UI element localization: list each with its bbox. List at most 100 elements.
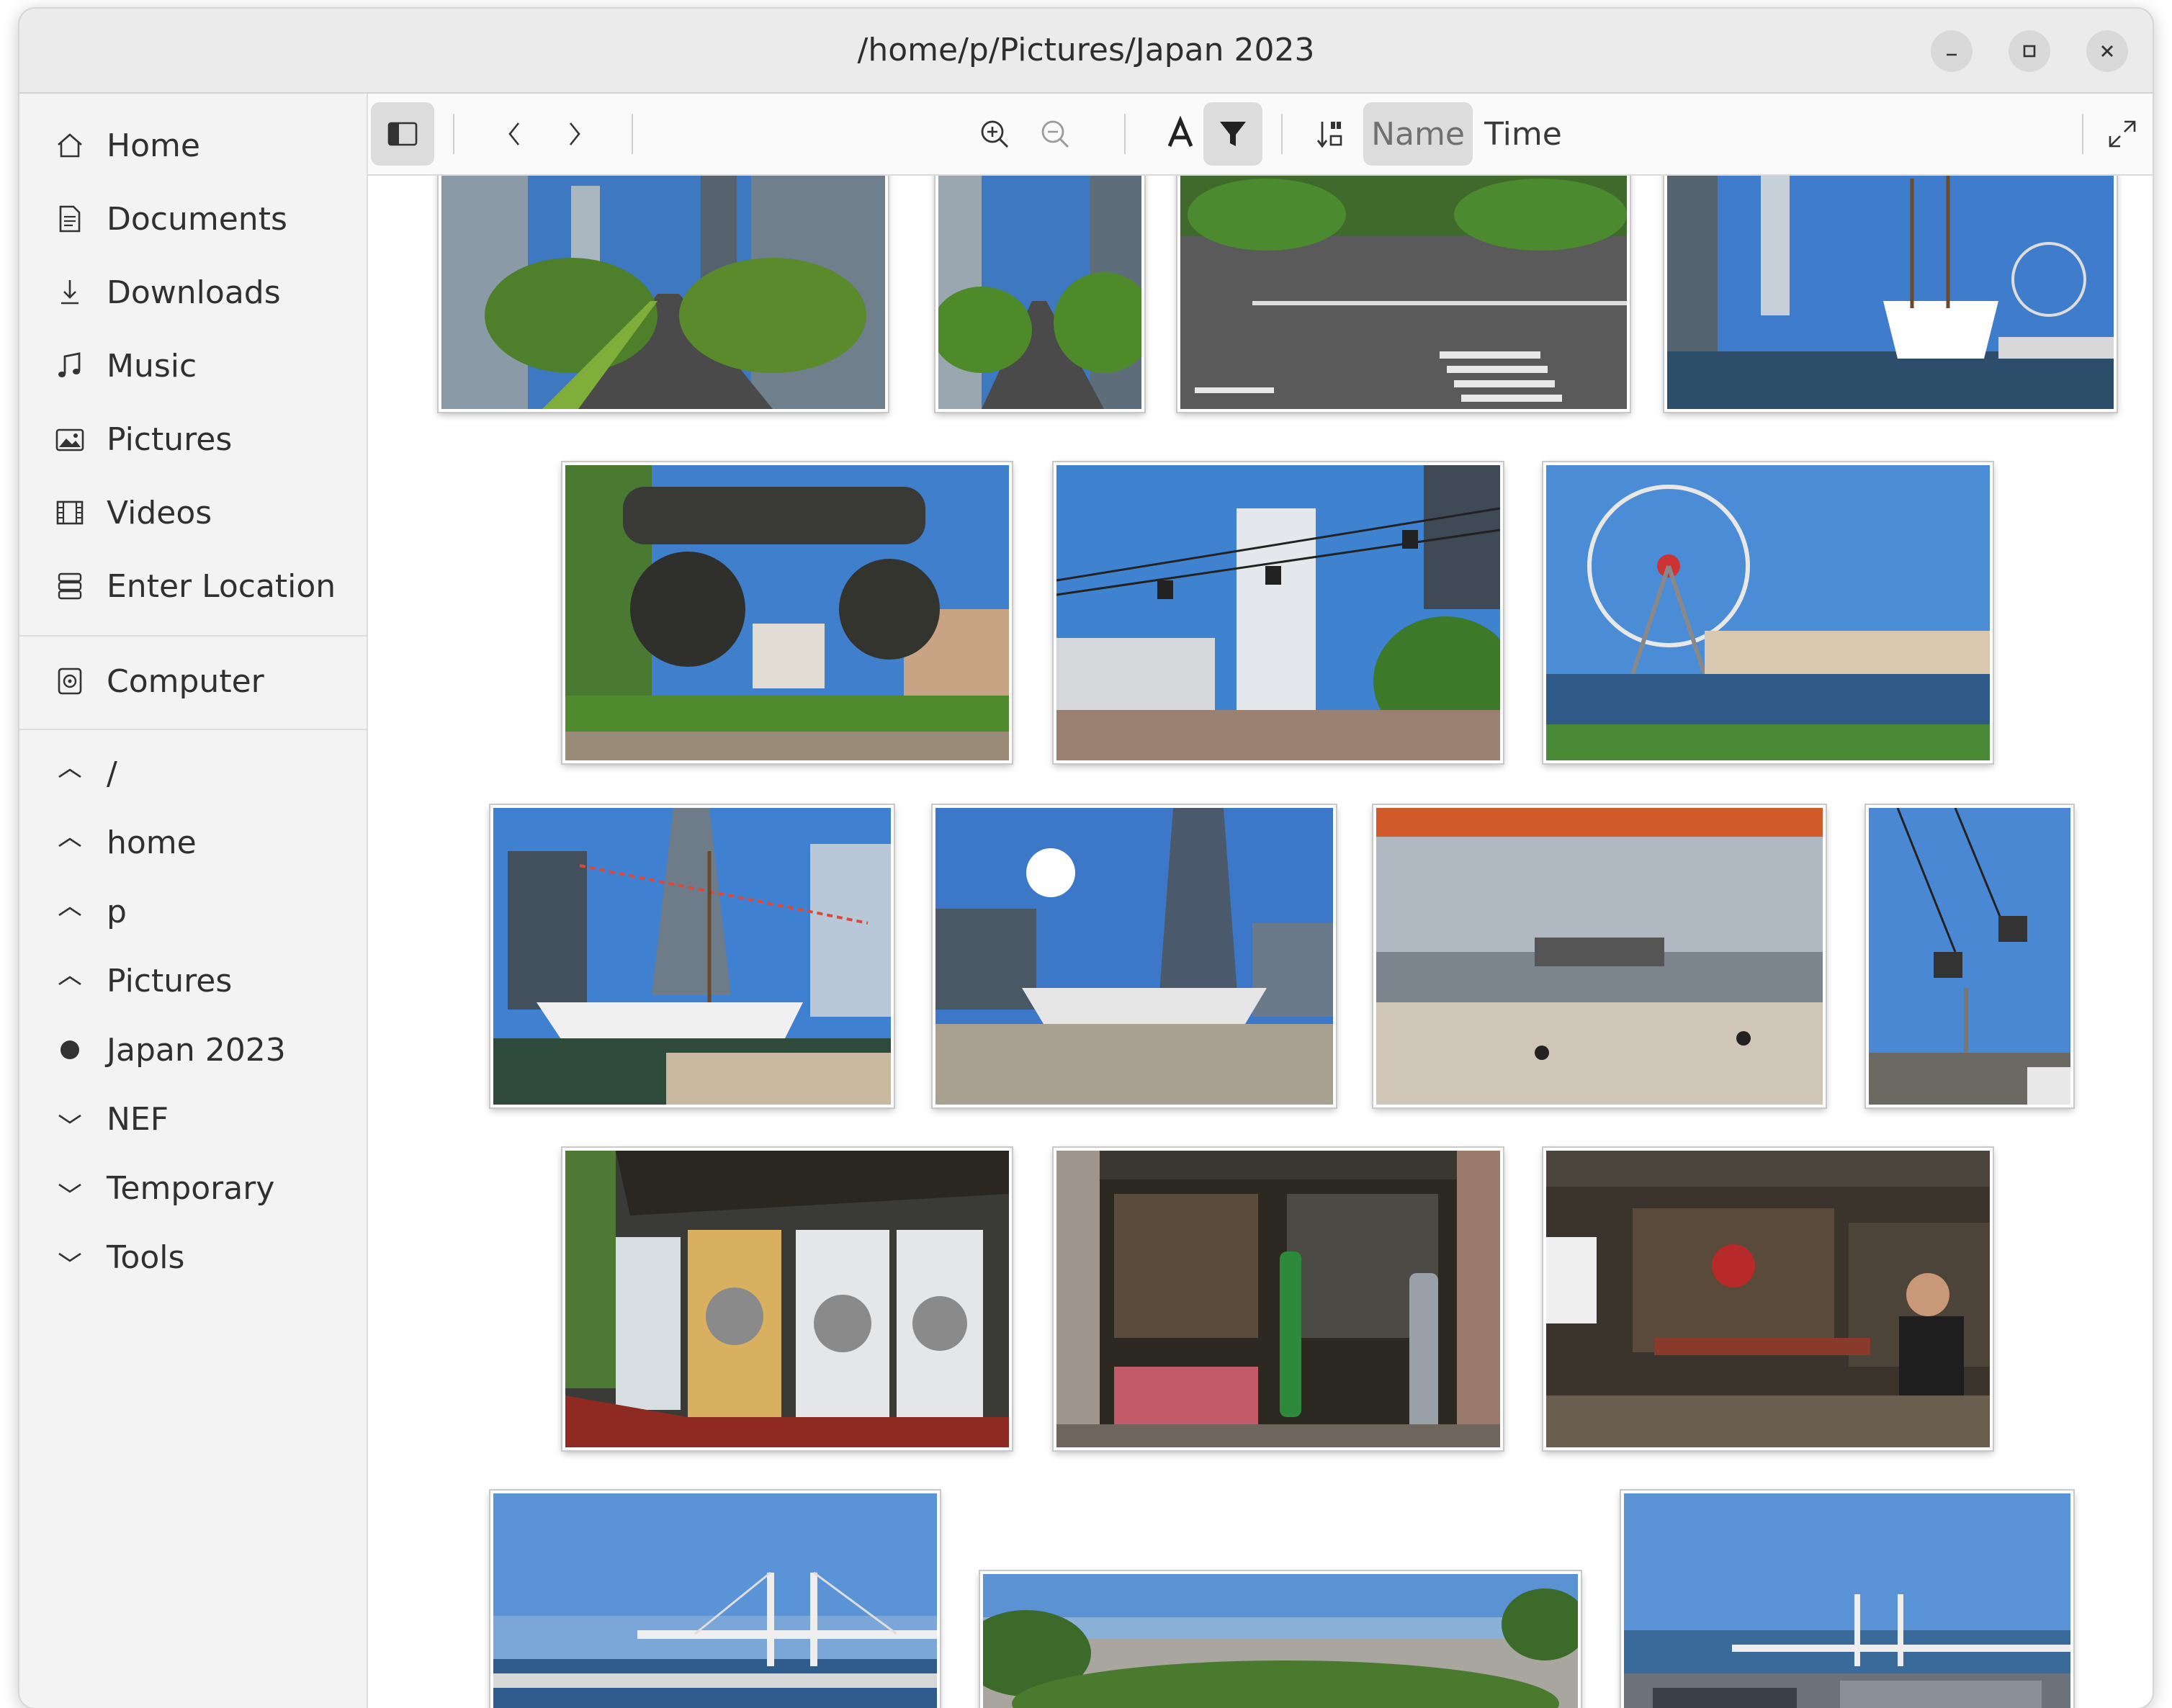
thumbnail-city-avenue-narrow[interactable]: [935, 176, 1144, 412]
music-note-icon: [51, 347, 89, 385]
sidebar-item-label: Home: [107, 127, 200, 164]
zoom-in-button[interactable]: [971, 102, 1018, 166]
sidebar-item-home[interactable]: Home: [19, 114, 367, 177]
close-button[interactable]: [2086, 30, 2128, 72]
tree-item-label: Temporary: [107, 1169, 275, 1207]
chevron-up-icon: [51, 755, 89, 792]
thumbnail-laundromat[interactable]: [562, 1148, 1012, 1450]
toolbar: Name Time: [368, 94, 2153, 176]
tree-item-nef[interactable]: NEF: [19, 1087, 367, 1151]
sidebar-toggle-button[interactable]: [371, 102, 434, 166]
tree-item-japan-2023[interactable]: Japan 2023: [19, 1018, 367, 1082]
maximize-button[interactable]: [2009, 30, 2050, 72]
fullscreen-button[interactable]: [2099, 102, 2145, 166]
tree-item-home[interactable]: home: [19, 811, 367, 874]
computer-disk-icon: [51, 662, 89, 700]
thumbnail-bay-bridge-port[interactable]: [1621, 1491, 2073, 1708]
sidebar-item-music[interactable]: Music: [19, 334, 367, 397]
sidebar-item-label: Computer: [107, 662, 264, 700]
title-bar[interactable]: /home/p/Pictures/Japan 2023: [19, 9, 2153, 94]
tree-item-pictures[interactable]: Pictures: [19, 949, 367, 1012]
filter-icon: [1220, 122, 1246, 146]
tree-item-label: Japan 2023: [107, 1031, 286, 1069]
toolbar-separator: [1281, 114, 1283, 154]
download-icon: [51, 274, 89, 311]
text-label-icon: [1167, 116, 1193, 147]
chevron-right-icon: [569, 122, 580, 145]
thumbnail-sailing-ship-harbor[interactable]: [1664, 176, 2117, 412]
picture-icon: [51, 421, 89, 458]
chevron-left-icon: [508, 122, 520, 145]
sidebar-item-pictures[interactable]: Pictures: [19, 408, 367, 471]
chevron-down-icon: [51, 1169, 89, 1207]
close-icon: [2101, 45, 2113, 57]
forward-button[interactable]: [554, 102, 594, 166]
thumbnail-city-panorama[interactable]: [980, 1571, 1581, 1708]
document-icon: [51, 200, 89, 238]
tree-item-root[interactable]: /: [19, 742, 367, 805]
thumbnail-workshop-man[interactable]: [1543, 1148, 1993, 1450]
thumbnail-cable-car-sky[interactable]: [1866, 805, 2073, 1107]
toolbar-separator: [632, 114, 633, 154]
tree-item-label: /: [107, 755, 117, 792]
sort-time-label: Time: [1484, 115, 1562, 153]
chevron-up-icon: [51, 893, 89, 930]
toolbar-separator: [453, 114, 454, 154]
minimize-button[interactable]: [1931, 30, 1973, 72]
sidebar-item-label: Downloads: [107, 274, 281, 311]
zoom-in-icon: [981, 120, 1009, 148]
window-title: /home/p/Pictures/Japan 2023: [857, 32, 1315, 68]
filter-button[interactable]: [1203, 102, 1262, 166]
sort-order-button[interactable]: [1306, 102, 1355, 166]
sidebar-item-downloads[interactable]: Downloads: [19, 261, 367, 324]
thumbnail-workshop-store[interactable]: [1054, 1148, 1503, 1450]
sidebar-item-computer[interactable]: Computer: [19, 650, 367, 713]
thumbnail-street-crossing[interactable]: [1177, 176, 1630, 412]
sidebar-item-documents[interactable]: Documents: [19, 187, 367, 251]
thumbnail-grid: [368, 176, 2153, 1708]
zoom-out-button[interactable]: [1032, 102, 1078, 166]
tree-item-label: home: [107, 824, 197, 861]
tree-item-temporary[interactable]: Temporary: [19, 1156, 367, 1220]
minimize-icon: [1947, 53, 1957, 56]
sidebar-item-label: Documents: [107, 200, 287, 238]
thumbnail-ferris-wheel-waterfront[interactable]: [1543, 462, 1993, 763]
tree-item-label: Tools: [107, 1239, 185, 1276]
chevron-up-icon: [51, 962, 89, 999]
sidebar-item-videos[interactable]: Videos: [19, 481, 367, 544]
file-manager-window: /home/p/Pictures/Japan 2023 Home Documen…: [19, 9, 2153, 1708]
show-names-button[interactable]: [1154, 102, 1206, 166]
location-entry-icon: [51, 567, 89, 605]
tree-item-p[interactable]: p: [19, 880, 367, 943]
current-folder-dot-icon: [51, 1031, 89, 1069]
thumbnail-ship-plaza-sun[interactable]: [933, 805, 1336, 1107]
tree-item-label: Pictures: [107, 962, 233, 999]
thumbnail-old-engine-monument[interactable]: [562, 462, 1012, 763]
sidebar: Home Documents Downloads Music Pictures: [19, 94, 368, 1708]
sort-order-icon: [1316, 122, 1342, 148]
sort-by-time-button[interactable]: Time: [1478, 102, 1568, 166]
maximize-icon: [2023, 45, 2036, 58]
sidebar-item-label: Videos: [107, 494, 212, 531]
sidebar-divider: [19, 729, 367, 730]
sidebar-item-label: Enter Location: [107, 567, 336, 605]
film-icon: [51, 494, 89, 531]
tree-item-tools[interactable]: Tools: [19, 1226, 367, 1289]
sort-by-name-button[interactable]: Name: [1363, 102, 1473, 166]
thumbnail-tall-ship-flags[interactable]: [490, 805, 894, 1107]
back-button[interactable]: [495, 102, 535, 166]
sidebar-toggle-icon: [387, 122, 418, 146]
thumbnail-ship-hull-plaza[interactable]: [1373, 805, 1826, 1107]
thumbnail-city-avenue[interactable]: [439, 176, 888, 412]
tree-item-label: p: [107, 893, 127, 930]
thumbnail-bay-bridge[interactable]: [490, 1491, 940, 1708]
fullscreen-icon: [2109, 120, 2136, 148]
zoom-out-icon: [1041, 120, 1069, 148]
chevron-down-icon: [51, 1239, 89, 1276]
home-icon: [51, 127, 89, 164]
chevron-up-icon: [51, 824, 89, 861]
sidebar-divider: [19, 635, 367, 637]
thumbnail-cable-car-tower[interactable]: [1054, 462, 1503, 763]
toolbar-separator: [1124, 114, 1126, 154]
sidebar-item-enter-location[interactable]: Enter Location: [19, 554, 367, 618]
